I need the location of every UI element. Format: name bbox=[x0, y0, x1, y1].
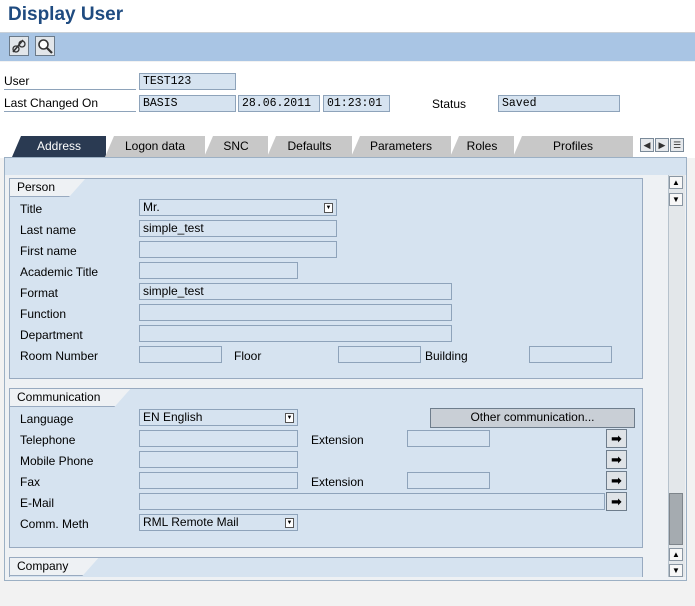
room-number-label: Room Number bbox=[20, 349, 99, 363]
arrow-right-icon: ➡ bbox=[611, 494, 622, 509]
tab-address[interactable]: Address bbox=[12, 136, 106, 157]
application-toolbar bbox=[0, 33, 695, 61]
scroll-down-button[interactable]: ▼ bbox=[669, 193, 683, 206]
tab-logon-data[interactable]: Logon data bbox=[105, 136, 205, 157]
person-section-title: Person bbox=[10, 179, 85, 197]
other-communication-button[interactable]: Other communication... bbox=[430, 408, 635, 428]
floor-field[interactable] bbox=[338, 346, 421, 363]
telephone-more-button[interactable]: ➡ bbox=[606, 429, 627, 448]
telephone-extension-field[interactable] bbox=[407, 430, 490, 447]
first-name-label: First name bbox=[20, 244, 77, 258]
function-field[interactable] bbox=[139, 304, 452, 321]
changed-by-field[interactable]: BASIS bbox=[139, 95, 236, 112]
glasses-icon bbox=[12, 39, 26, 53]
mobile-more-button[interactable]: ➡ bbox=[606, 450, 627, 469]
tab-prev-button[interactable]: ◀ bbox=[640, 138, 654, 152]
changed-date-field[interactable]: 28.06.2011 bbox=[238, 95, 320, 112]
last-name-field[interactable]: simple_test bbox=[139, 220, 337, 237]
user-field[interactable]: TEST123 bbox=[139, 73, 236, 90]
tab-roles[interactable]: Roles bbox=[450, 136, 514, 157]
tab-next-button[interactable]: ▶ bbox=[655, 138, 669, 152]
department-field[interactable] bbox=[139, 325, 452, 342]
tab-parameters[interactable]: Parameters bbox=[351, 136, 451, 157]
arrow-right-icon: ➡ bbox=[611, 452, 622, 467]
academic-title-label: Academic Title bbox=[20, 265, 99, 279]
mobile-phone-label: Mobile Phone bbox=[20, 454, 94, 468]
scroll-thumb[interactable] bbox=[669, 493, 683, 545]
telephone-label: Telephone bbox=[20, 433, 76, 447]
magnifier-icon bbox=[38, 39, 53, 54]
language-value: EN English bbox=[143, 410, 203, 424]
language-label: Language bbox=[20, 412, 74, 426]
telephone-field[interactable] bbox=[139, 430, 298, 447]
building-field[interactable] bbox=[529, 346, 612, 363]
language-dropdown[interactable]: EN English ▼ bbox=[139, 409, 298, 426]
company-section-title: Company bbox=[10, 558, 98, 576]
email-label: E-Mail bbox=[20, 496, 55, 510]
tab-list-button[interactable]: ☰ bbox=[670, 138, 684, 152]
arrow-right-icon: ➡ bbox=[611, 473, 622, 488]
arrow-right-icon: ➡ bbox=[611, 431, 622, 446]
department-label: Department bbox=[20, 328, 83, 342]
scroll-down-button-bottom[interactable]: ▼ bbox=[669, 564, 683, 577]
mobile-phone-field[interactable] bbox=[139, 451, 298, 468]
format-label: Format bbox=[20, 286, 59, 300]
function-label: Function bbox=[20, 307, 67, 321]
content-top-strip bbox=[4, 157, 687, 175]
page-title: Display User bbox=[8, 4, 124, 25]
fax-field[interactable] bbox=[139, 472, 298, 489]
format-field[interactable]: simple_test bbox=[139, 283, 452, 300]
title-value: Mr. bbox=[143, 200, 160, 214]
company-section: Company bbox=[9, 557, 643, 577]
tabstrip: Address Logon data SNC Defaults Paramete… bbox=[10, 136, 635, 157]
comm-meth-label: Comm. Meth bbox=[20, 517, 89, 531]
academic-title-field[interactable] bbox=[139, 262, 298, 279]
fax-more-button[interactable]: ➡ bbox=[606, 471, 627, 490]
title-dropdown[interactable]: Mr. ▼ bbox=[139, 199, 337, 216]
floor-label: Floor bbox=[234, 349, 262, 363]
footer-area bbox=[0, 583, 695, 606]
scroll-up-button[interactable]: ▲ bbox=[669, 176, 683, 189]
display-change-toggle-button[interactable] bbox=[9, 36, 29, 56]
last-name-label: Last name bbox=[20, 223, 77, 237]
email-field[interactable] bbox=[139, 493, 605, 510]
status-label: Status bbox=[432, 97, 467, 111]
telephone-extension-label: Extension bbox=[311, 433, 364, 447]
dropdown-icon[interactable]: ▼ bbox=[324, 203, 333, 213]
fax-label: Fax bbox=[20, 475, 41, 489]
fax-extension-field[interactable] bbox=[407, 472, 490, 489]
dropdown-icon[interactable]: ▼ bbox=[285, 413, 294, 423]
room-number-field[interactable] bbox=[139, 346, 222, 363]
comm-meth-dropdown[interactable]: RML Remote Mail ▼ bbox=[139, 514, 298, 531]
changed-time-field[interactable]: 01:23:01 bbox=[323, 95, 390, 112]
email-more-button[interactable]: ➡ bbox=[606, 492, 627, 511]
tab-snc[interactable]: SNC bbox=[204, 136, 268, 157]
dropdown-icon[interactable]: ▼ bbox=[285, 518, 294, 528]
scroll-up-button-bottom[interactable]: ▲ bbox=[669, 548, 683, 561]
comm-meth-value: RML Remote Mail bbox=[143, 515, 239, 529]
tab-defaults[interactable]: Defaults bbox=[267, 136, 352, 157]
building-label: Building bbox=[425, 349, 468, 363]
communication-section-title: Communication bbox=[10, 389, 130, 407]
tab-profiles[interactable]: Profiles bbox=[513, 136, 633, 157]
search-button[interactable] bbox=[35, 36, 55, 56]
last-changed-label: Last Changed On bbox=[4, 95, 136, 112]
user-label: User bbox=[4, 73, 136, 90]
first-name-field[interactable] bbox=[139, 241, 337, 258]
status-field[interactable]: Saved bbox=[498, 95, 620, 112]
title-label: Title bbox=[20, 202, 43, 216]
fax-extension-label: Extension bbox=[311, 475, 364, 489]
